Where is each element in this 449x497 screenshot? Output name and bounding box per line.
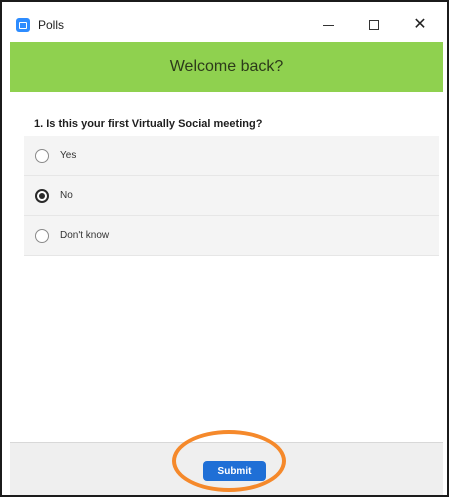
poll-footer: Submit [10,442,443,495]
maximize-button[interactable] [351,10,397,40]
poll-header-banner: Welcome back? [10,42,443,92]
maximize-icon [369,20,379,30]
app-logo-icon [16,18,30,32]
submit-button[interactable]: Submit [203,461,266,481]
option-label: Yes [60,150,77,161]
option-yes[interactable]: Yes [24,136,439,176]
option-no[interactable]: No [24,176,439,216]
minimize-icon [322,24,334,26]
radio-button-dont-know[interactable] [35,228,49,243]
close-icon: ✕ [413,16,427,33]
option-label: Don't know [60,230,110,241]
radio-button-no[interactable] [35,188,49,203]
window-title: Polls [38,18,65,32]
option-label: No [60,190,73,201]
window-controls: ✕ [305,10,443,40]
poll-title: Welcome back? [169,58,284,75]
minimize-button[interactable] [305,10,351,40]
poll-question: 1. Is this your first Virtually Social m… [34,118,263,130]
polls-window: Polls ✕ Welcome back? 1. Is this your fi… [0,0,449,497]
close-button[interactable]: ✕ [397,10,443,40]
radio-button-yes[interactable] [35,148,49,163]
title-bar: Polls ✕ [10,8,443,42]
poll-options: Yes No Don't know [24,136,439,256]
option-dont-know[interactable]: Don't know [24,216,439,256]
poll-content: 1. Is this your first Virtually Social m… [10,92,443,442]
